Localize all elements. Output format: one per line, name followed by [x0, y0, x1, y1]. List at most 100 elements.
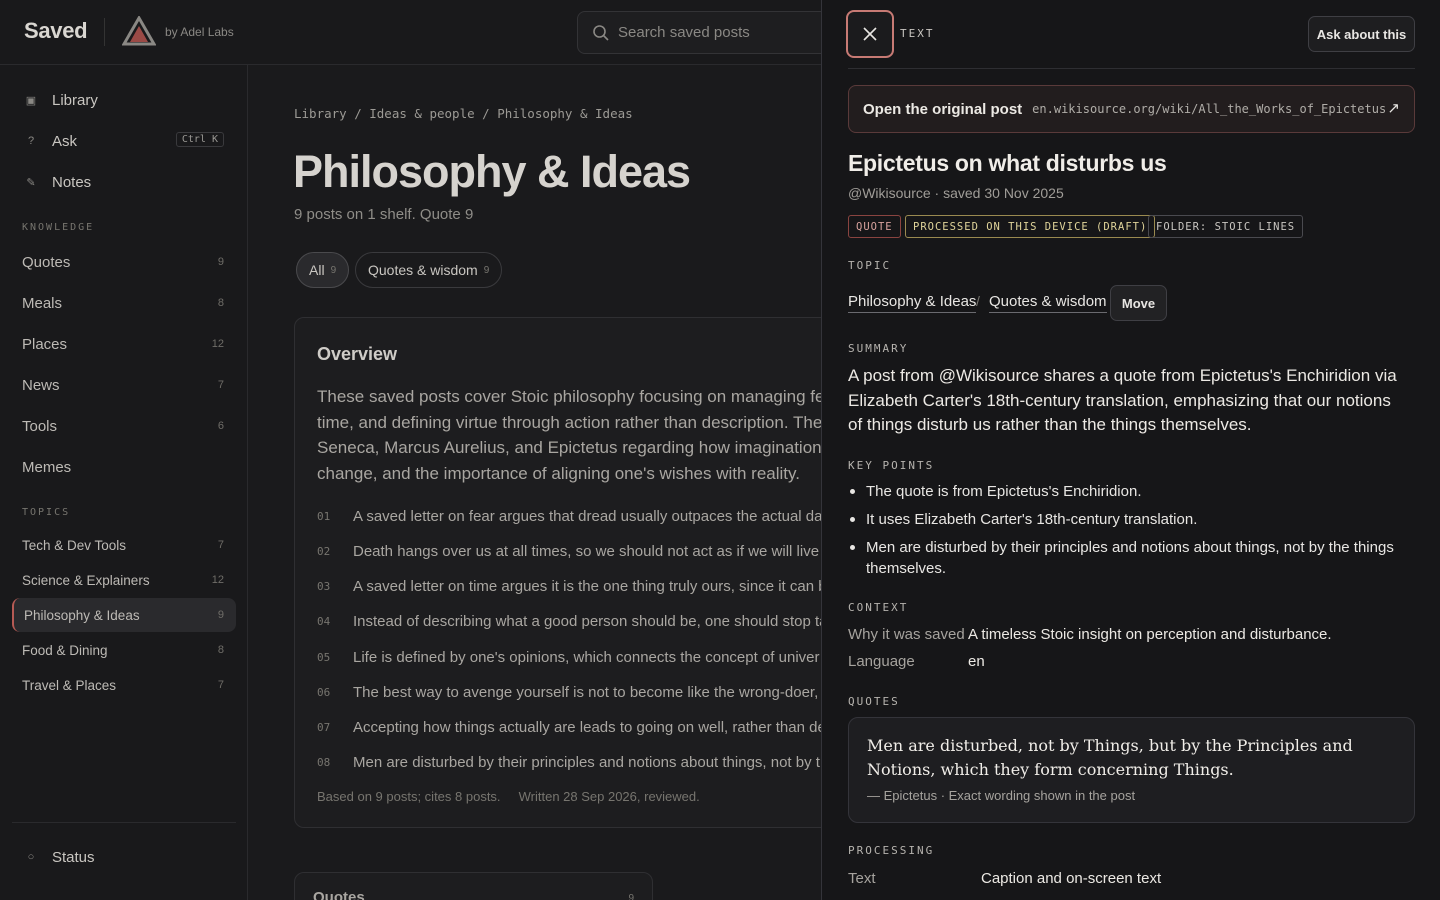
topic-link[interactable]: Quotes & wisdom — [989, 293, 1107, 313]
row-count: 12 — [211, 338, 224, 350]
overview-point[interactable]: 06 The best way to avenge yourself is not… — [317, 681, 821, 703]
topic-section-title: TOPIC — [848, 259, 892, 272]
quotes-section-title: QUOTES — [848, 695, 900, 708]
row-label: News — [22, 376, 60, 394]
overview-point[interactable]: 01 A saved letter on fear argues that dre… — [317, 505, 821, 527]
quote-text: Men are disturbed, not by Things, but by… — [867, 736, 1353, 779]
knowledge-news[interactable]: News 7 — [12, 368, 236, 402]
knowledge-places[interactable]: Places 12 — [12, 327, 236, 361]
topic-separator: / — [976, 293, 980, 309]
knowledge-meals[interactable]: Meals 8 — [12, 286, 236, 320]
page-title: Philosophy & Ideas — [293, 146, 691, 197]
nav-status[interactable]: ○ Status — [12, 840, 236, 874]
topic-science[interactable]: Science & Explainers 12 — [12, 563, 236, 597]
key-point-text: Men are disturbed by their principles an… — [866, 539, 1394, 577]
row-label: Memes — [22, 458, 72, 476]
search-input[interactable] — [618, 12, 838, 53]
quotes-card-title: Quotes — [313, 889, 365, 900]
move-button[interactable]: Move — [1110, 285, 1167, 321]
knowledge-title: KNOWLEDGE — [22, 222, 95, 233]
topic-philosophy[interactable]: Philosophy & Ideas 9 — [12, 598, 236, 632]
open-original-link[interactable]: Open the original post en.wikisource.org… — [848, 85, 1415, 133]
nav-label: Library — [52, 91, 98, 109]
row-label: Tools — [22, 417, 58, 435]
divider — [12, 822, 236, 823]
point-number: 02 — [317, 544, 331, 558]
nav-library[interactable]: ▣ Library — [12, 83, 236, 117]
nav-notes[interactable]: ✎ Notes — [12, 165, 236, 199]
nav-ask[interactable]: ? Ask Ctrl K — [12, 124, 236, 158]
row-count: 7 — [217, 539, 224, 551]
knowledge-quotes[interactable]: Quotes 9 — [12, 245, 236, 279]
filter-all[interactable]: All 9 — [296, 252, 350, 288]
key-point: Men are disturbed by their principles an… — [848, 537, 1408, 579]
topics-title: TOPICS — [22, 507, 71, 518]
quote-block: Men are disturbed, not by Things, but by… — [848, 717, 1415, 823]
nav-label: Status — [52, 848, 95, 866]
topic-travel[interactable]: Travel & Places 7 — [12, 668, 236, 702]
original-label: Open the original post — [863, 100, 1023, 118]
row-count: 8 — [217, 297, 224, 309]
overview-point[interactable]: 02 Death hangs over us at all times, so w… — [317, 540, 821, 562]
topic-tech[interactable]: Tech & Dev Tools 7 — [12, 528, 236, 562]
point-text: Men are disturbed by their principles an… — [353, 753, 820, 771]
divider — [848, 68, 1415, 69]
row-label: Quotes — [22, 253, 71, 271]
point-number: 04 — [317, 614, 331, 628]
overview-point[interactable]: 05 Life is defined by one's opinions, whi… — [317, 646, 821, 668]
summary-text: A post from @Wikisource shares a quote f… — [848, 366, 1397, 434]
nav-label: Notes — [52, 173, 92, 191]
library-icon: ▣ — [25, 94, 37, 107]
point-text: A saved letter on fear argues that dread… — [353, 507, 821, 525]
point-text: Accepting how things actually are leads … — [353, 718, 821, 736]
overview-line: change, and the importance of aligning o… — [317, 463, 800, 483]
topic-link[interactable]: Philosophy & Ideas — [848, 293, 977, 313]
overview-point[interactable]: 03 A saved letter on time argues it is th… — [317, 575, 821, 597]
byline: by Adel Labs — [165, 25, 234, 39]
topic-food[interactable]: Food & Dining 8 — [12, 633, 236, 667]
detail-panel: TEXT Ask about this Open the original po… — [821, 0, 1440, 900]
point-text: A saved letter on time argues it is the … — [353, 577, 821, 595]
row-count: 9 — [217, 609, 224, 621]
question-icon: ? — [27, 135, 35, 147]
main-content: Library / Ideas & people / Philosophy & … — [249, 66, 821, 900]
point-text: Life is defined by one's opinions, which… — [353, 648, 820, 666]
row-label: Tech & Dev Tools — [22, 537, 127, 553]
row-count: 12 — [211, 574, 224, 586]
original-url: en.wikisource.org/wiki/All_the_Works_of_… — [1032, 102, 1387, 116]
knowledge-memes[interactable]: Memes — [12, 450, 236, 484]
nav-label: Ask — [52, 132, 78, 150]
post-type-label: TEXT — [900, 27, 935, 40]
row-count: 8 — [217, 644, 224, 656]
page-subtitle: 9 posts on 1 shelf. Quote 9 — [294, 206, 474, 223]
point-text: Instead of describing what a good person… — [353, 612, 821, 630]
status-circle-icon: ○ — [27, 851, 35, 863]
knowledge-tools[interactable]: Tools 6 — [12, 409, 236, 443]
overview-point[interactable]: 07 Accepting how things actually are lead… — [317, 716, 821, 738]
point-number: 06 — [317, 685, 331, 699]
key-point: The quote is from Epictetus's Enchiridio… — [848, 481, 1408, 502]
breadcrumb: Library / Ideas & people / Philosophy & … — [294, 106, 633, 121]
context-key: Language — [848, 653, 915, 670]
shortcut-badge: Ctrl K — [175, 132, 224, 147]
overview-point[interactable]: 04 Instead of describing what a good pers… — [317, 610, 821, 632]
close-button[interactable] — [846, 10, 894, 58]
search-box[interactable] — [577, 11, 857, 54]
tag-badge: PROCESSED ON THIS DEVICE (DRAFT) — [905, 215, 1156, 238]
key-point: It uses Elizabeth Carter's 18th-century … — [848, 509, 1408, 530]
tag-badge: FOLDER: STOIC LINES — [1148, 215, 1304, 238]
filter-quotes-wisdom[interactable]: Quotes & wisdom 9 — [355, 252, 503, 288]
processing-value: Caption and on-screen text — [981, 870, 1162, 887]
pill-label: All — [309, 262, 325, 278]
tag-badge: QUOTE — [848, 215, 901, 238]
row-label: Travel & Places — [22, 677, 117, 693]
close-icon — [863, 27, 877, 41]
overview-point[interactable]: 08 Men are disturbed by their principles … — [317, 751, 821, 773]
context-section-title: CONTEXT — [848, 601, 909, 614]
processing-key: Text — [848, 870, 876, 887]
overview-card: Overview These saved posts cover Stoic p… — [294, 317, 821, 828]
search-icon — [593, 25, 609, 41]
ask-about-this-button[interactable]: Ask about this — [1308, 16, 1415, 52]
point-number: 03 — [317, 579, 331, 593]
quotes-card[interactable]: Quotes 9 — [294, 872, 653, 900]
